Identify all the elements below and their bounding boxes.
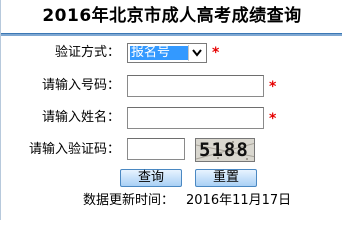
update-info: 数据更新时间： 2016年11月17日 bbox=[83, 191, 291, 211]
captcha-code: 5188 bbox=[199, 139, 249, 161]
verify-method-select[interactable]: 报名号 bbox=[127, 43, 207, 63]
title-divider bbox=[1, 33, 342, 36]
update-date: 2016年11月17日 bbox=[186, 193, 292, 208]
number-label: 请输入号码： bbox=[41, 78, 120, 93]
required-marker: * bbox=[269, 79, 277, 95]
reset-button[interactable]: 重置 bbox=[195, 169, 257, 187]
required-marker: * bbox=[269, 111, 277, 127]
captcha-input[interactable] bbox=[127, 138, 185, 160]
page-title: 2016年北京市成人高考成绩查询 bbox=[42, 6, 302, 26]
query-button[interactable]: 查询 bbox=[120, 169, 182, 187]
captcha-label: 请输入验证码： bbox=[28, 142, 120, 157]
name-input[interactable] bbox=[127, 107, 264, 129]
name-label: 请输入姓名： bbox=[41, 110, 120, 125]
number-input[interactable] bbox=[127, 75, 264, 97]
verify-method-label: 验证方式： bbox=[54, 45, 120, 60]
required-marker: * bbox=[212, 45, 220, 61]
verify-method-selected-value: 报名号 bbox=[130, 46, 189, 60]
update-label: 数据更新时间： bbox=[83, 193, 175, 208]
captcha-image[interactable]: 5188 bbox=[195, 138, 255, 162]
page-frame: 2016年北京市成人高考成绩查询 验证方式： 报名号 * 请输入号码： * 请输… bbox=[0, 0, 342, 220]
chevron-down-icon[interactable] bbox=[188, 45, 205, 61]
